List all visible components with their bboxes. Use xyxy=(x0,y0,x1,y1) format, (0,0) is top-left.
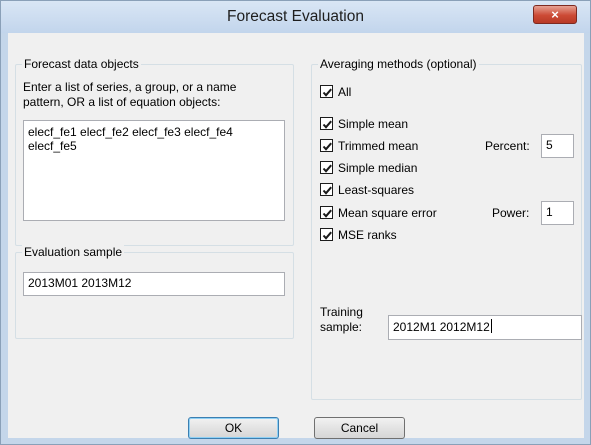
least-squares-label: Least-squares xyxy=(338,183,415,197)
simple-median-checkbox[interactable] xyxy=(320,161,333,174)
training-sample-label-line2: sample: xyxy=(320,320,363,334)
forecast-data-objects-label: Forecast data objects xyxy=(22,57,141,71)
checkmark-icon xyxy=(322,164,332,173)
dialog-title: Forecast Evaluation xyxy=(227,8,364,25)
all-checkbox[interactable] xyxy=(320,85,333,98)
power-input[interactable]: 1 xyxy=(541,201,574,225)
title-bar[interactable]: Forecast Evaluation × xyxy=(1,1,590,33)
mean-square-error-checkbox[interactable] xyxy=(320,206,333,219)
training-sample-label-line1: Training xyxy=(320,305,363,319)
forecast-evaluation-dialog: Forecast Evaluation × Forecast data obje… xyxy=(0,0,591,445)
evaluation-sample-value: 2013M01 2013M12 xyxy=(28,276,132,290)
evaluation-sample-input[interactable]: 2013M01 2013M12 xyxy=(23,272,285,296)
text-cursor xyxy=(490,319,492,333)
forecast-instructions-line1: Enter a list of series, a group, or a na… xyxy=(23,80,237,94)
forecast-objects-line2: elecf_fe5 xyxy=(28,139,77,153)
mean-square-error-label: Mean square error xyxy=(338,206,437,220)
close-icon: × xyxy=(551,7,559,22)
all-label: All xyxy=(338,85,352,99)
percent-value: 5 xyxy=(546,138,553,152)
power-label: Power: xyxy=(492,206,530,220)
checkmark-icon xyxy=(322,142,332,151)
power-value: 1 xyxy=(546,205,553,219)
averaging-methods-group: Averaging methods (optional) All Simple … xyxy=(311,57,582,400)
forecast-data-objects-group: Forecast data objects Enter a list of se… xyxy=(15,57,294,246)
simple-mean-label: Simple mean xyxy=(338,117,409,131)
evaluation-sample-label: Evaluation sample xyxy=(22,245,125,259)
percent-input[interactable]: 5 xyxy=(541,134,574,158)
percent-label: Percent: xyxy=(485,139,530,153)
cancel-button[interactable]: Cancel xyxy=(314,417,405,439)
checkmark-icon xyxy=(322,231,332,240)
simple-mean-checkbox[interactable] xyxy=(320,117,333,130)
close-button[interactable]: × xyxy=(533,5,577,24)
least-squares-checkbox[interactable] xyxy=(320,183,333,196)
averaging-methods-label: Averaging methods (optional) xyxy=(318,57,479,71)
training-sample-value: 2012M1 2012M12 xyxy=(393,320,490,334)
checkmark-icon xyxy=(322,209,332,218)
ok-button[interactable]: OK xyxy=(188,417,279,439)
forecast-objects-line1: elecf_fe1 elecf_fe2 elecf_fe3 elecf_fe4 xyxy=(28,125,233,139)
checkmark-icon xyxy=(322,186,332,195)
training-sample-input[interactable]: 2012M1 2012M12 xyxy=(388,315,582,340)
trimmed-mean-label: Trimmed mean xyxy=(338,139,419,153)
forecast-objects-input[interactable]: elecf_fe1 elecf_fe2 elecf_fe3 elecf_fe4 … xyxy=(23,120,285,221)
checkmark-icon xyxy=(322,120,332,129)
trimmed-mean-checkbox[interactable] xyxy=(320,139,333,152)
dialog-body: Forecast data objects Enter a list of se… xyxy=(8,33,584,439)
simple-median-label: Simple median xyxy=(338,161,418,175)
checkmark-icon xyxy=(322,88,332,97)
mse-ranks-label: MSE ranks xyxy=(338,228,397,242)
evaluation-sample-group: Evaluation sample 2013M01 2013M12 xyxy=(15,245,294,339)
forecast-instructions-line2: pattern, OR a list of equation objects: xyxy=(23,95,221,109)
mse-ranks-checkbox[interactable] xyxy=(320,228,333,241)
